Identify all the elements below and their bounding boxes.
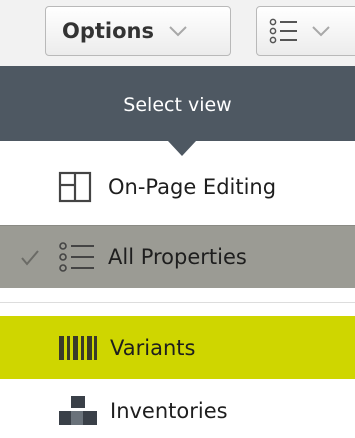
menu-item-label: Variants <box>110 335 196 360</box>
menu-item-label: All Properties <box>108 245 247 269</box>
chevron-down-icon <box>168 25 188 37</box>
menu-item-variants[interactable]: Variants <box>0 316 355 379</box>
menu-pointer <box>168 141 196 156</box>
menu-header: Select view <box>0 66 355 141</box>
toolbar: Options <box>0 0 355 66</box>
menu-item-inventories[interactable]: Inventories <box>0 384 355 438</box>
menu-item-all-properties[interactable]: All Properties <box>0 225 355 288</box>
menu-divider <box>0 302 355 303</box>
menu-item-on-page-editing[interactable]: On-Page Editing <box>0 158 355 215</box>
chevron-down-icon <box>311 25 331 37</box>
list-view-icon <box>269 16 299 46</box>
list-view-icon <box>58 240 96 274</box>
boxes-icon <box>58 394 98 428</box>
checkmark-icon <box>20 249 40 271</box>
view-selector-button[interactable] <box>256 6 355 56</box>
layout-panels-icon <box>58 171 92 203</box>
menu-title: Select view <box>123 93 232 116</box>
barcode-icon <box>58 335 98 361</box>
options-button[interactable]: Options <box>45 6 231 56</box>
menu-item-label: Inventories <box>110 399 228 423</box>
options-button-label: Options <box>62 19 154 43</box>
menu-item-label: On-Page Editing <box>108 174 277 199</box>
